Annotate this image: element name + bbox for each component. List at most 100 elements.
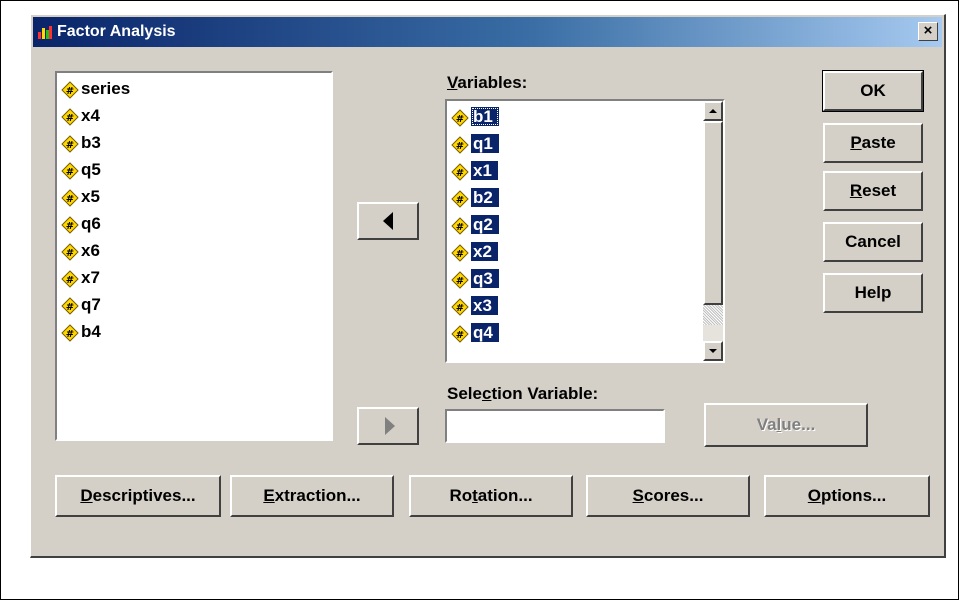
source-list-item[interactable]: # x4	[57, 102, 331, 129]
variables-label: Variables:	[447, 73, 528, 92]
scale-variable-icon: #	[61, 323, 79, 342]
scale-variable-icon: #	[451, 216, 469, 235]
spss-app-icon	[38, 26, 52, 39]
scale-variable-icon: #	[61, 242, 79, 261]
svg-text:#: #	[66, 302, 74, 313]
scale-variable-icon: #	[61, 107, 79, 126]
selection-variable-field[interactable]	[445, 409, 665, 443]
close-button[interactable]: ×	[918, 22, 938, 41]
svg-text:#: #	[66, 86, 74, 97]
ok-button[interactable]: OK	[822, 70, 924, 112]
list-item-label: b1	[471, 107, 499, 126]
list-item-label: q7	[81, 295, 101, 314]
source-list-item[interactable]: # b4	[57, 318, 331, 345]
scale-variable-icon: #	[61, 215, 79, 234]
options-button[interactable]: Options...	[764, 475, 930, 517]
help-button[interactable]: Help	[823, 273, 923, 313]
list-item-label: b3	[81, 133, 101, 152]
list-item-label: x2	[471, 242, 498, 261]
title-bar[interactable]: Factor Analysis ×	[33, 17, 942, 47]
move-right-button[interactable]	[357, 407, 419, 445]
svg-text:#: #	[456, 114, 464, 125]
list-item-label: x6	[81, 241, 100, 260]
move-left-button[interactable]	[357, 202, 419, 240]
list-item-label: q1	[471, 134, 499, 153]
scale-variable-icon: #	[451, 297, 469, 316]
scale-variable-icon: #	[61, 188, 79, 207]
svg-text:#: #	[66, 329, 74, 340]
list-item-label: q5	[81, 160, 101, 179]
source-list-item[interactable]: # x5	[57, 183, 331, 210]
close-icon: ×	[923, 22, 933, 39]
scale-variable-icon: #	[61, 269, 79, 288]
variable-list-item[interactable]: # x3	[447, 292, 723, 319]
svg-text:#: #	[456, 222, 464, 233]
source-variable-list[interactable]: # series # x4 # b3 # q5 # x5 # q6 # x6 # x7 # q7 # b4	[55, 71, 333, 441]
source-list-item[interactable]: # q6	[57, 210, 331, 237]
variables-list[interactable]: # b1 # q1 # x1 # b2 # q2 # x2 # q3 # x3 # q4	[445, 99, 725, 363]
variable-list-item[interactable]: # b1	[447, 103, 723, 130]
variable-list-item[interactable]: # x1	[447, 157, 723, 184]
scale-variable-icon: #	[451, 162, 469, 181]
svg-text:#: #	[456, 330, 464, 341]
list-item-label: series	[81, 79, 131, 98]
scale-variable-icon: #	[451, 243, 469, 262]
list-item-label: b4	[81, 322, 101, 341]
list-item-label: x3	[471, 296, 498, 315]
source-list-item[interactable]: # x7	[57, 264, 331, 291]
variable-list-item[interactable]: # q1	[447, 130, 723, 157]
list-item-label: q3	[471, 269, 499, 288]
variable-list-item[interactable]: # q3	[447, 265, 723, 292]
paste-button[interactable]: Paste	[823, 123, 923, 163]
list-item-label: x4	[81, 106, 100, 125]
scale-variable-icon: #	[61, 296, 79, 315]
scale-variable-icon: #	[451, 324, 469, 343]
svg-text:#: #	[66, 221, 74, 232]
list-item-label: x1	[471, 161, 498, 180]
scroll-track[interactable]	[703, 305, 723, 325]
arrow-right-icon	[385, 417, 395, 435]
svg-text:#: #	[456, 168, 464, 179]
source-list-item[interactable]: # q5	[57, 156, 331, 183]
svg-text:#: #	[456, 249, 464, 260]
scroll-down-icon	[709, 349, 717, 353]
window-title: Factor Analysis	[57, 23, 176, 40]
variable-list-item[interactable]: # x2	[447, 238, 723, 265]
list-item-label: q4	[471, 323, 499, 342]
source-list-item[interactable]: # q7	[57, 291, 331, 318]
factor-analysis-dialog: Factor Analysis × # series # x4 # b3 # q5 # x5 # q6…	[30, 14, 946, 558]
source-list-item[interactable]: # x6	[57, 237, 331, 264]
extraction-button[interactable]: Extraction...	[230, 475, 394, 517]
cancel-button[interactable]: Cancel	[823, 222, 923, 262]
source-list-item[interactable]: # b3	[57, 129, 331, 156]
scale-variable-icon: #	[451, 135, 469, 154]
descriptives-button[interactable]: Descriptives...	[55, 475, 221, 517]
rotation-button[interactable]: Rotation...	[409, 475, 573, 517]
list-item-label: b2	[471, 188, 499, 207]
scroll-thumb[interactable]	[703, 121, 723, 305]
svg-text:#: #	[66, 275, 74, 286]
list-item-label: q6	[81, 214, 101, 233]
scores-button[interactable]: Scores...	[586, 475, 750, 517]
scroll-down-button[interactable]	[703, 341, 723, 361]
svg-text:#: #	[456, 276, 464, 287]
scale-variable-icon: #	[61, 80, 79, 99]
variable-list-item[interactable]: # q4	[447, 319, 723, 346]
scroll-up-icon	[709, 109, 717, 113]
variable-list-item[interactable]: # q2	[447, 211, 723, 238]
svg-text:#: #	[456, 195, 464, 206]
list-item-label: q2	[471, 215, 499, 234]
source-list-item[interactable]: # series	[57, 75, 331, 102]
variables-scrollbar[interactable]	[703, 101, 723, 361]
svg-text:#: #	[456, 303, 464, 314]
scale-variable-icon: #	[451, 270, 469, 289]
scale-variable-icon: #	[61, 134, 79, 153]
svg-text:#: #	[66, 113, 74, 124]
svg-text:#: #	[66, 194, 74, 205]
value-button[interactable]: Value...	[704, 403, 868, 447]
reset-button[interactable]: Reset	[823, 171, 923, 211]
arrow-left-icon	[383, 212, 393, 230]
scroll-up-button[interactable]	[703, 101, 723, 121]
list-item-label: x5	[81, 187, 100, 206]
variable-list-item[interactable]: # b2	[447, 184, 723, 211]
